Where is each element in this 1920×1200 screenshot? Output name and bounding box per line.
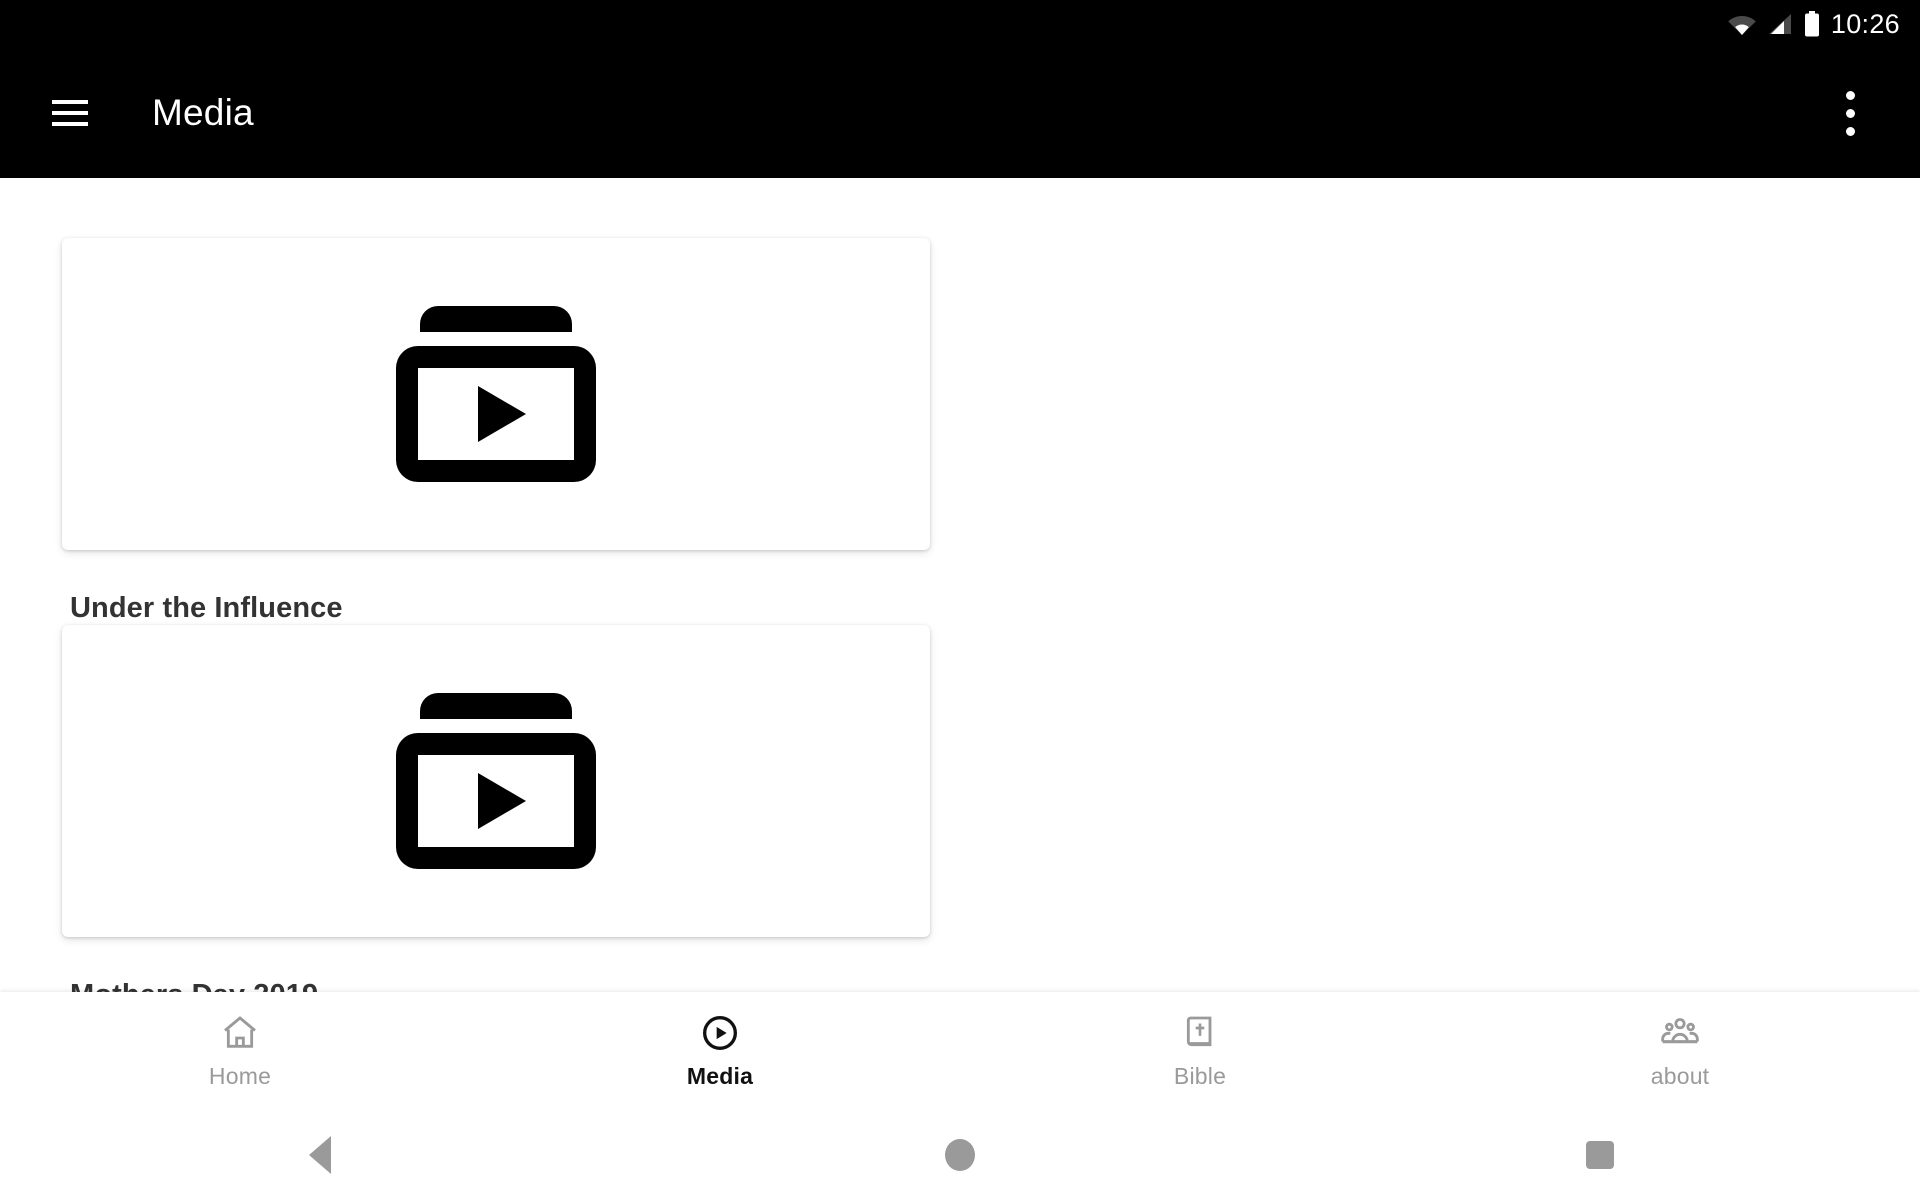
people-group-icon (1660, 1013, 1700, 1053)
page-title: Media (152, 92, 254, 133)
system-recents-button[interactable] (1280, 1141, 1920, 1169)
media-item-title: Mothers Day 2019 (70, 979, 930, 992)
media-grid: Under the Influence Mothers Day 2019 (0, 178, 1920, 992)
home-icon (220, 1013, 260, 1053)
media-thumbnail-card[interactable] (62, 238, 930, 550)
media-list-scroll-area[interactable]: Under the Influence Mothers Day 2019 (0, 178, 1920, 992)
nav-label-bible: Bible (1173, 1062, 1227, 1089)
android-system-navigation (0, 1110, 1920, 1200)
hamburger-line (52, 100, 88, 104)
hamburger-line (52, 122, 88, 126)
hamburger-menu-icon[interactable] (52, 100, 88, 126)
cellular-signal-icon (1767, 12, 1793, 36)
wifi-icon (1727, 12, 1757, 36)
status-icons (1727, 11, 1821, 37)
bottom-navigation-bar: Home Media Bible about (0, 992, 1920, 1110)
more-vertical-icon[interactable] (1828, 84, 1872, 142)
nav-label-home: Home (208, 1062, 272, 1089)
status-bar: 10:26 (0, 0, 1920, 48)
video-library-placeholder-icon (396, 306, 596, 482)
nav-item-home[interactable]: Home (0, 992, 480, 1110)
system-home-button[interactable] (640, 1139, 1280, 1171)
nav-label-about: about (1650, 1062, 1710, 1089)
battery-icon (1803, 11, 1821, 37)
bible-book-icon (1180, 1013, 1220, 1053)
system-back-button[interactable] (0, 1136, 640, 1174)
circle-home-icon (945, 1139, 975, 1171)
square-recents-icon (1586, 1141, 1614, 1169)
nav-item-bible[interactable]: Bible (960, 992, 1440, 1110)
hamburger-line (52, 111, 88, 115)
nav-item-media[interactable]: Media (480, 992, 960, 1110)
app-bar: Media (0, 48, 1920, 178)
nav-item-about[interactable]: about (1440, 992, 1920, 1110)
overflow-dot (1845, 108, 1855, 118)
status-bar-time: 10:26 (1830, 8, 1900, 39)
media-item[interactable]: Under the Influence (62, 238, 930, 625)
media-item-title: Under the Influence (70, 592, 343, 624)
play-circle-icon (700, 1013, 740, 1053)
overflow-dot (1845, 90, 1855, 100)
triangle-back-icon (309, 1136, 331, 1174)
media-thumbnail-card[interactable] (62, 625, 930, 937)
media-item[interactable]: Mothers Day 2019 (62, 625, 930, 992)
overflow-dot (1845, 126, 1855, 136)
app-screen: 10:26 Media Under the Influence Home Med… (0, 0, 1920, 1200)
nav-label-media: Media (686, 1062, 754, 1089)
video-library-placeholder-icon (396, 693, 596, 869)
